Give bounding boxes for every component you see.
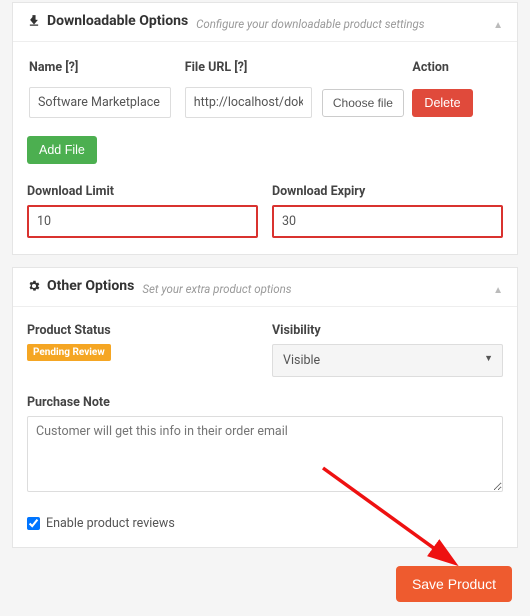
panel-title: Other Options: [47, 278, 134, 294]
download-expiry-input[interactable]: [272, 205, 503, 238]
add-file-button[interactable]: Add File: [27, 136, 97, 164]
panel-subtitle: Set your extra product options: [142, 282, 291, 296]
save-product-button[interactable]: Save Product: [396, 566, 512, 602]
panel-title: Downloadable Options: [47, 13, 188, 29]
other-options-panel: Other Options Set your extra product opt…: [12, 267, 518, 548]
download-limit-input[interactable]: [27, 205, 258, 238]
file-name-input[interactable]: [29, 87, 171, 118]
file-url-input[interactable]: [185, 87, 312, 118]
gear-icon: [27, 279, 41, 293]
choose-file-button[interactable]: Choose file: [322, 89, 404, 117]
enable-reviews-label: Enable product reviews: [46, 516, 175, 531]
panel-subtitle: Configure your downloadable product sett…: [196, 17, 424, 31]
status-badge: Pending Review: [27, 344, 111, 361]
files-table: Name [?] File URL [?] Action Choose file…: [27, 58, 503, 130]
visibility-label: Visibility: [272, 323, 503, 338]
col-url: File URL [?]: [185, 60, 411, 83]
downloadable-options-panel: Downloadable Options Configure your down…: [12, 2, 518, 255]
purchase-note-label: Purchase Note: [27, 395, 503, 410]
product-status-label: Product Status: [27, 323, 258, 338]
download-limit-label: Download Limit: [27, 184, 258, 199]
panel-header: Other Options Set your extra product opt…: [13, 268, 517, 307]
download-expiry-label: Download Expiry: [272, 184, 503, 199]
download-icon: [27, 14, 41, 28]
visibility-select[interactable]: Visible: [272, 344, 503, 377]
footer: Save Product: [0, 560, 530, 616]
delete-button[interactable]: Delete: [412, 89, 472, 117]
file-row: Choose file Delete: [29, 85, 501, 128]
enable-reviews-checkbox[interactable]: [27, 517, 40, 530]
purchase-note-textarea[interactable]: [27, 416, 503, 492]
col-name: Name [?]: [29, 60, 183, 83]
panel-header: Downloadable Options Configure your down…: [13, 3, 517, 42]
col-action: Action: [412, 60, 501, 83]
collapse-icon[interactable]: ▲: [493, 285, 503, 296]
collapse-icon[interactable]: ▲: [493, 20, 503, 31]
